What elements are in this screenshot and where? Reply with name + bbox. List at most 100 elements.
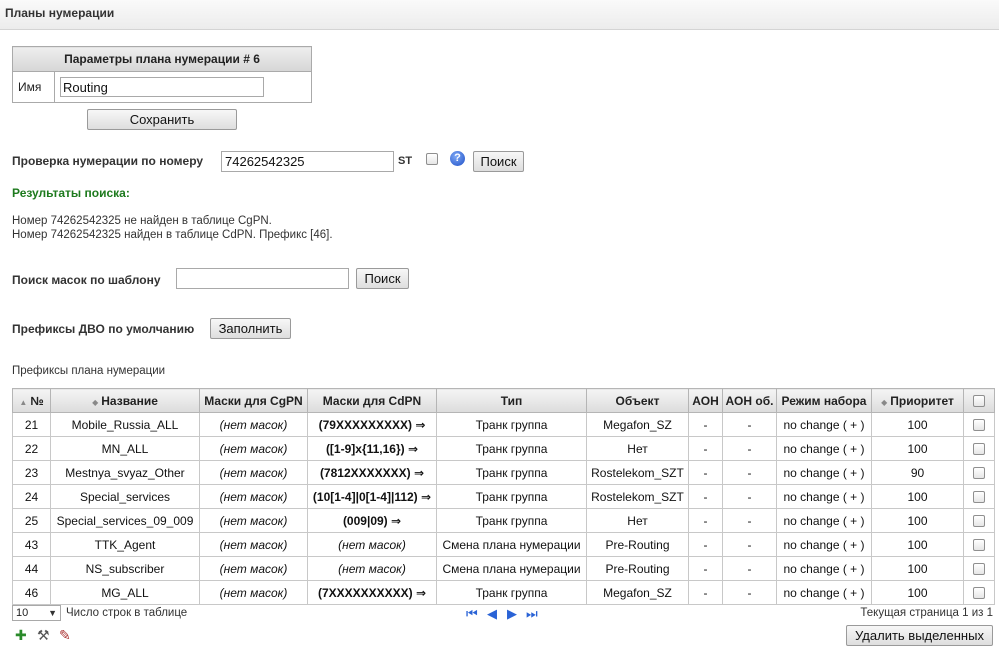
page-title: Планы нумерации	[5, 6, 115, 20]
save-button[interactable]: Сохранить	[87, 109, 237, 130]
first-page-icon[interactable]: ⏮	[466, 606, 478, 622]
help-icon[interactable]: ?	[450, 151, 465, 166]
col-aon: АОН	[688, 388, 723, 413]
table-row[interactable]: 25 Special_services_09_009 (нет масок) (009…	[12, 508, 995, 533]
cell-name: Special_services_09_009	[50, 508, 200, 533]
col-name[interactable]: ◆ Название	[50, 388, 200, 413]
cell-object: Pre-Routing	[586, 556, 689, 581]
cell-type: Смена плана нумерации	[436, 532, 587, 557]
cell-cdpn-mask: (79XXXXXXXXX) ⇒	[307, 412, 437, 437]
cell-select	[963, 412, 995, 437]
cell-priority: 100	[871, 484, 964, 509]
cell-num: 24	[12, 484, 51, 509]
cell-object: Pre-Routing	[586, 532, 689, 557]
cell-dial-mode: no change ( + )	[776, 484, 872, 509]
table-row[interactable]: 24 Special_services (нет масок) (10[1-4]|0[…	[12, 484, 995, 509]
prev-page-icon[interactable]: ◀	[487, 606, 497, 622]
cell-dial-mode: no change ( + )	[776, 580, 872, 605]
cell-cgpn-mask: (нет масок)	[199, 532, 308, 557]
cell-cgpn-mask: (нет масок)	[199, 556, 308, 581]
cell-aon: -	[688, 556, 723, 581]
mask-search-input[interactable]	[176, 268, 349, 289]
cell-select	[963, 532, 995, 557]
sort-icon: ◆	[92, 397, 99, 407]
last-page-icon[interactable]: ⏭	[526, 606, 538, 622]
col-num[interactable]: ▲ №	[12, 388, 51, 413]
table-row[interactable]: 44 NS_subscriber (нет масок) (нет масок) Сме…	[12, 556, 995, 581]
cell-cdpn-mask: ([1-9]x{11,16}) ⇒	[307, 436, 437, 461]
cell-priority: 100	[871, 436, 964, 461]
edit-icon[interactable]: ✎	[59, 627, 71, 644]
cell-num: 43	[12, 532, 51, 557]
col-object: Объект	[586, 388, 689, 413]
col-cgpn: Маски для CgPN	[199, 388, 308, 413]
table-header-row: ▲ № ◆ Название Маски для CgPN Маски для Cd…	[12, 388, 995, 413]
chevron-down-icon: ▼	[48, 608, 57, 618]
st-checkbox[interactable]	[426, 153, 438, 165]
row-checkbox[interactable]	[973, 587, 985, 600]
cell-cdpn-mask: (7812XXXXXXX) ⇒	[307, 460, 437, 485]
table-row[interactable]: 23 Mestnya_svyaz_Other (нет масок) (7812XXX…	[12, 460, 995, 485]
cell-dial-mode: no change ( + )	[776, 508, 872, 533]
cell-object: Нет	[586, 508, 689, 533]
col-type: Тип	[436, 388, 587, 413]
row-checkbox[interactable]	[973, 539, 985, 552]
cell-aon: -	[688, 532, 723, 557]
table-row[interactable]: 21 Mobile_Russia_ALL (нет масок) (79XXXXXXX…	[12, 412, 995, 437]
col-priority[interactable]: ◆ Приоритет	[871, 388, 964, 413]
row-checkbox[interactable]	[973, 563, 985, 576]
st-label: ST	[398, 155, 413, 167]
number-check-label: Проверка нумерации по номеру	[12, 154, 204, 168]
cell-aon-ob: -	[722, 412, 777, 437]
cell-aon: -	[688, 508, 723, 533]
prefix-table: ▲ № ◆ Название Маски для CgPN Маски для Cd…	[12, 388, 995, 605]
cell-priority: 100	[871, 580, 964, 605]
table-row[interactable]: 46 MG_ALL (нет масок) (7XXXXXXXXXX) ⇒ Транк …	[12, 580, 995, 605]
fill-button[interactable]: Заполнить	[210, 318, 291, 339]
cell-select	[963, 508, 995, 533]
row-checkbox[interactable]	[973, 491, 985, 504]
name-input[interactable]	[60, 77, 264, 97]
cell-name: NS_subscriber	[50, 556, 200, 581]
col-select-all[interactable]	[963, 388, 995, 413]
next-page-icon[interactable]: ▶	[507, 606, 517, 622]
cell-aon: -	[688, 436, 723, 461]
col-dial-mode: Режим набора	[776, 388, 872, 413]
row-checkbox[interactable]	[973, 419, 985, 432]
tools-icon[interactable]: ⚒	[37, 627, 50, 644]
rows-per-page-select[interactable]: 10 ▼	[12, 605, 61, 621]
cell-object: Rostelekom_SZT	[586, 460, 689, 485]
cell-type: Транк группа	[436, 580, 587, 605]
row-checkbox[interactable]	[973, 467, 985, 480]
cell-priority: 100	[871, 412, 964, 437]
number-check-input[interactable]	[221, 151, 394, 172]
cell-select	[963, 484, 995, 509]
cell-dial-mode: no change ( + )	[776, 436, 872, 461]
params-header: Параметры плана нумерации # 6	[12, 46, 312, 72]
delete-selected-button[interactable]: Удалить выделенных	[846, 625, 993, 646]
results-title: Результаты поиска:	[12, 186, 130, 200]
cell-type: Транк группа	[436, 484, 587, 509]
add-icon[interactable]: ✚	[15, 627, 27, 644]
params-table: Параметры плана нумерации # 6 Имя	[12, 46, 312, 103]
cell-aon: -	[688, 580, 723, 605]
row-checkbox[interactable]	[973, 443, 985, 456]
number-search-button[interactable]: Поиск	[473, 151, 524, 172]
name-label: Имя	[12, 71, 55, 103]
cell-type: Смена плана нумерации	[436, 556, 587, 581]
mask-search-button[interactable]: Поиск	[356, 268, 409, 289]
cell-priority: 90	[871, 460, 964, 485]
cell-dial-mode: no change ( + )	[776, 556, 872, 581]
cell-dial-mode: no change ( + )	[776, 460, 872, 485]
row-checkbox[interactable]	[973, 515, 985, 528]
rows-per-page-label: Число строк в таблице	[66, 607, 188, 619]
cell-priority: 100	[871, 532, 964, 557]
cell-num: 46	[12, 580, 51, 605]
cell-object: Megafon_SZ	[586, 580, 689, 605]
cell-type: Транк группа	[436, 508, 587, 533]
select-all-checkbox[interactable]	[973, 395, 985, 408]
table-row[interactable]: 22 MN_ALL (нет масок) ([1-9]x{11,16}) ⇒ Тран…	[12, 436, 995, 461]
cell-cgpn-mask: (нет масок)	[199, 508, 308, 533]
table-row[interactable]: 43 TTK_Agent (нет масок) (нет масок) Смена п…	[12, 532, 995, 557]
cell-priority: 100	[871, 556, 964, 581]
